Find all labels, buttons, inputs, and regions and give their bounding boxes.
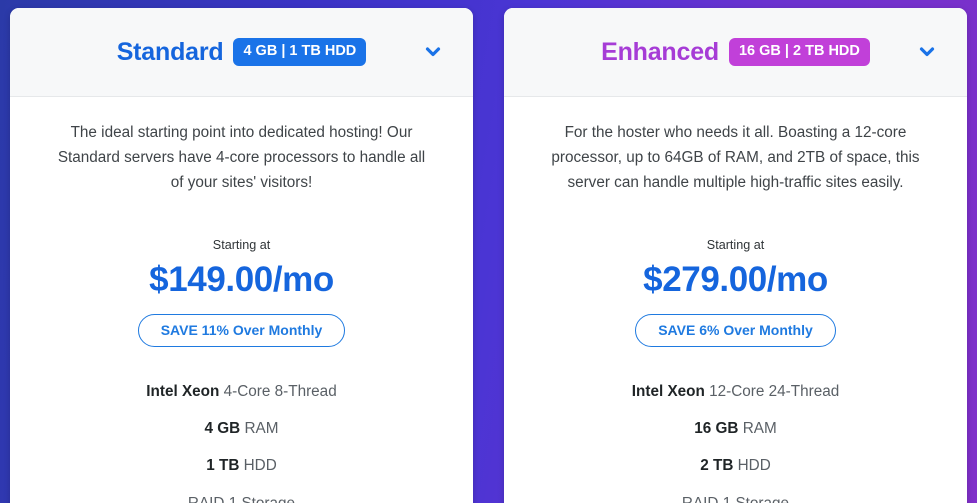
spec-label: Intel Xeon [146,382,220,400]
spec-row: 4 GB RAM [43,410,440,447]
card-header-content: Standard 4 GB | 1 TB HDD [117,38,367,66]
spec-value: HDD [239,457,277,475]
spec-list: Intel Xeon 4-Core 8-Thread 4 GB RAM 1 TB H… [43,373,440,503]
spec-value: RAM [240,419,279,437]
starting-at-label: Starting at [212,238,271,253]
spec-value: RAID 1 Storage [188,495,295,503]
spec-value: HDD [733,457,771,475]
spec-value: RAM [738,419,777,437]
chevron-down-icon[interactable] [916,41,938,63]
plan-title: Enhanced [601,37,719,66]
spec-value: 12-Core 24-Thread [704,382,840,400]
spec-row: Intel Xeon 12-Core 24-Thread [537,373,934,410]
spec-row: Intel Xeon 4-Core 8-Thread [43,373,440,410]
spec-row: 2 TB HDD [537,447,934,484]
spec-value: 4-Core 8-Thread [219,382,337,400]
plan-price: $279.00/mo [643,259,828,299]
spec-list: Intel Xeon 12-Core 24-Thread 16 GB RAM 2 T… [537,373,934,503]
pricing-card-standard: Standard 4 GB | 1 TB HDD The ideal startin… [10,8,473,503]
spec-label: 4 GB [204,419,241,437]
card-header-toggle[interactable]: Standard 4 GB | 1 TB HDD [10,8,473,97]
spec-row: 16 GB RAM [537,410,934,447]
spec-label: Intel Xeon [631,382,705,400]
spec-row: RAID 1 Storage [537,485,934,503]
card-body: For the hoster who needs it all. Boastin… [504,97,967,503]
spec-label: 1 TB [206,457,240,475]
save-over-monthly-button[interactable]: SAVE 11% Over Monthly [137,313,346,347]
spec-label: 2 TB [700,457,734,475]
card-header-toggle[interactable]: Enhanced 16 GB | 2 TB HDD [504,8,967,97]
spec-value: RAID 1 Storage [682,495,789,503]
spec-row: RAID 1 Storage [43,485,440,503]
plan-description: The ideal starting point into dedicated … [57,124,426,191]
chevron-down-icon[interactable] [422,41,444,63]
card-body: The ideal starting point into dedicated … [10,97,473,503]
plan-spec-badge: 4 GB | 1 TB HDD [233,38,367,66]
price-block: Starting at $149.00/mo [149,239,334,298]
plan-title: Standard [116,37,224,66]
plan-price: $149.00/mo [149,259,334,299]
save-over-monthly-button[interactable]: SAVE 6% Over Monthly [635,313,836,347]
spec-label: 16 GB [694,419,739,437]
pricing-card-enhanced: Enhanced 16 GB | 2 TB HDD For the hoster w… [504,8,967,503]
card-header-content: Enhanced 16 GB | 2 TB HDD [601,38,870,66]
plan-description: For the hoster who needs it all. Boastin… [551,124,920,191]
price-block: Starting at $279.00/mo [643,239,828,298]
plan-spec-badge: 16 GB | 2 TB HDD [728,38,870,66]
starting-at-label: Starting at [706,238,765,253]
spec-row: 1 TB HDD [43,447,440,484]
